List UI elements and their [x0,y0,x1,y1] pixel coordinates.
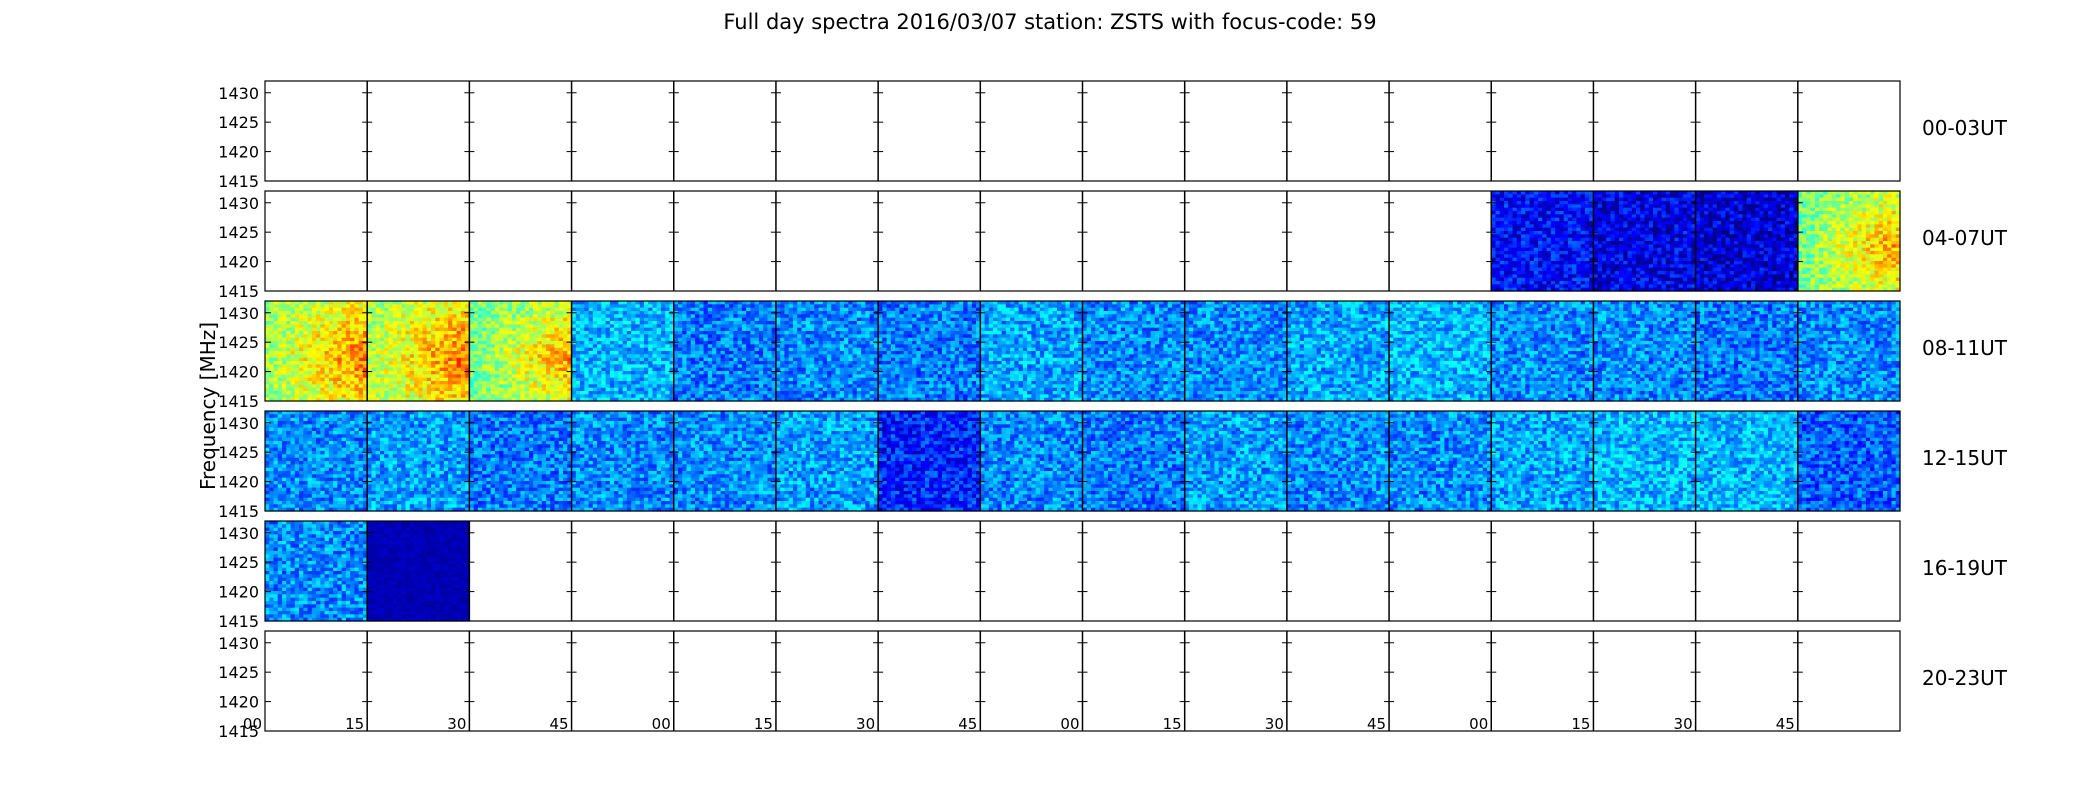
spectra-row: 141514201425143004-07UT [218,191,2007,301]
spectrum-panel [1491,191,1594,292]
y-tick-label: 1430 [218,84,259,103]
spectra-chart: 1415 1420 1425 1430 00-03UT 14151420142514300… [0,0,2100,800]
row-label: 00-03UT [1922,116,2008,140]
spectra-row: 1415 1420 1425 1430 00-03UT [218,81,2007,191]
y-tick-label: 1415 [218,172,259,191]
y-tick-label: 1420 [218,143,259,162]
y-tick-label: 1425 [218,113,259,132]
spectrum-panel [1593,191,1696,292]
